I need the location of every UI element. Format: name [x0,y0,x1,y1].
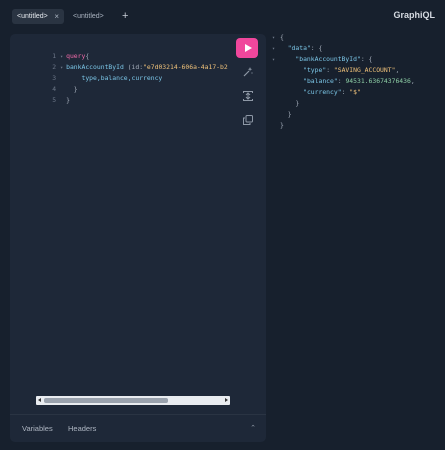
editor-tools-bar: Variables Headers ⌃ [10,414,266,442]
close-brace: } [280,121,284,129]
tab-untitled-2[interactable]: <untitled> [68,9,112,24]
code-line: 4 } [22,73,228,93]
result-line: "type": "SAVING_ACCOUNT", [303,66,400,74]
result-line: } [272,109,415,120]
query-editor-pane: 1 ▾ query{ 2 ▾ bankAccountById (id:"e7d03214… [10,34,266,442]
close-brace: } [287,110,292,118]
code-line: 2 ▾ bankAccountById (id:"e7d03214-606a-4a1… [22,51,227,71]
result-line: "currency": "$" [303,88,361,96]
result-line: ▾ "bankAccountById": { [272,54,415,65]
json-key: "type" [303,66,327,74]
query-editor[interactable]: 1 ▾ query{ 2 ▾ bankAccountById (id:"e7d03214… [22,40,228,104]
result-line: ▾ "data": { [272,43,415,54]
run-query-button[interactable] [236,38,258,58]
code-line: 5} [22,84,228,104]
add-tab-button[interactable]: + [122,9,128,24]
tab-label: <untitled> [17,13,48,20]
result-line: "balance": 94531.63674376436, [303,77,415,85]
code-line: 1 ▾ query{ [22,40,228,60]
open-brace: { [280,33,284,41]
json-string-value: "$" [349,88,361,96]
close-brace: } [66,96,70,104]
tab-untitled-1[interactable]: <untitled> × [12,9,64,24]
json-key: "balance" [303,77,338,85]
scrollbar-thumb[interactable] [44,398,168,403]
json-string-value: "SAVING_ACCOUNT" [333,66,396,74]
prettify-icon[interactable] [242,66,254,78]
json-key: "bankAccountById" [295,55,361,63]
copy-icon[interactable] [242,114,254,126]
result-line: ▾{ [272,32,415,43]
top-bar: <untitled> × <untitled> + GraphiQL [0,0,445,34]
chevron-up-icon[interactable]: ⌃ [250,424,256,432]
horizontal-scrollbar[interactable] [36,396,230,405]
result-line: } [272,98,415,109]
merge-fragments-icon[interactable] [242,90,254,102]
result-viewer[interactable]: ▾{ ▾ "data": { ▾ "bankAccountById": { "t… [272,32,415,131]
close-icon[interactable]: × [54,9,59,24]
result-line: } [272,120,415,131]
tab-headers[interactable]: Headers [68,424,96,433]
scroll-right-arrow-icon[interactable] [225,398,228,402]
result-pane: ▾{ ▾ "data": { ▾ "bankAccountById": { "t… [266,32,438,442]
scroll-left-arrow-icon[interactable] [38,398,41,402]
tab-label: <untitled> [73,13,104,20]
graphiql-logo: GraphiQL [393,10,435,20]
line-number: 5 [52,96,57,104]
json-number-value: 94531.63674376436 [345,77,411,85]
json-key: "currency" [303,88,342,96]
json-key: "data" [287,44,311,52]
tab-variables[interactable]: Variables [22,424,53,433]
close-brace: } [295,99,300,107]
code-line: 3 type,balance,currency [22,62,228,82]
